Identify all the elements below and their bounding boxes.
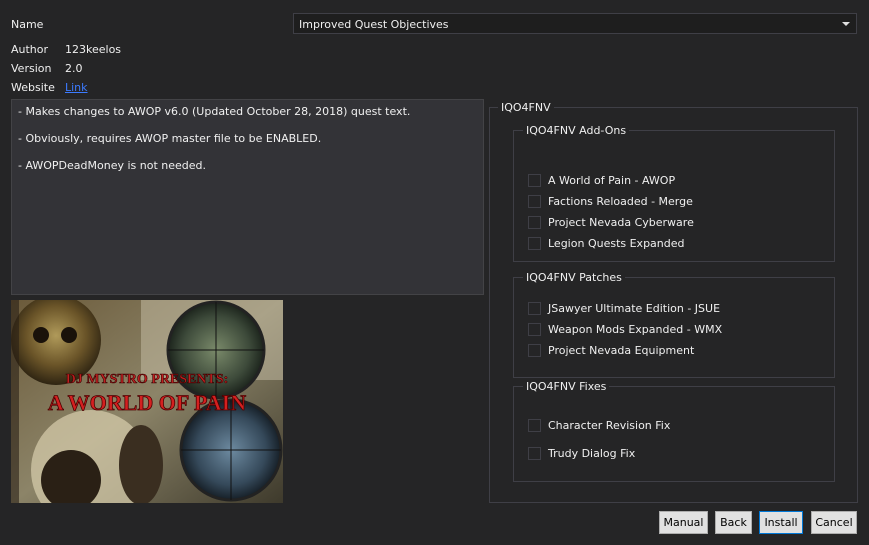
- option-checkbox-row[interactable]: Character Revision Fix: [528, 417, 670, 433]
- option-checkbox-row[interactable]: JSawyer Ultimate Edition - JSUE: [528, 300, 720, 316]
- manual-button[interactable]: Manual: [659, 511, 708, 534]
- option-label: A World of Pain - AWOP: [548, 173, 676, 187]
- option-label: Trudy Dialog Fix: [548, 446, 636, 460]
- name-select[interactable]: Improved Quest Objectives: [293, 13, 857, 34]
- checkbox[interactable]: [528, 418, 541, 432]
- checkbox[interactable]: [528, 194, 541, 208]
- version-label: Version: [11, 62, 52, 75]
- author-label: Author: [11, 43, 49, 56]
- website-link[interactable]: Link: [65, 81, 88, 94]
- option-label: Project Nevada Equipment: [548, 343, 695, 357]
- name-select-value: Improved Quest Objectives: [299, 18, 449, 31]
- install-button[interactable]: Install: [759, 511, 803, 534]
- option-label: Project Nevada Cyberware: [548, 215, 694, 229]
- option-label: Legion Quests Expanded: [548, 236, 685, 250]
- option-checkbox-row[interactable]: Project Nevada Cyberware: [528, 214, 694, 230]
- preview-image: DJ MYSTRO PRESENTS: A WORLD OF PAIN: [11, 300, 283, 503]
- cancel-button[interactable]: Cancel: [811, 511, 857, 534]
- preview-artwork: DJ MYSTRO PRESENTS: A WORLD OF PAIN: [11, 300, 283, 503]
- author-value: 123keelos: [65, 43, 122, 56]
- checkbox[interactable]: [528, 322, 541, 336]
- options-group-title: IQO4FNV: [498, 101, 554, 114]
- description-line: - Obviously, requires AWOP master file t…: [18, 132, 322, 145]
- checkbox[interactable]: [528, 343, 541, 357]
- preview-title-line2: A WORLD OF PAIN: [48, 390, 246, 415]
- options-group: IQO4FNV IQO4FNV Add-Ons A World of Pain …: [489, 101, 858, 503]
- preview-title-line1: DJ MYSTRO PRESENTS:: [66, 372, 229, 387]
- description-box[interactable]: - Makes changes to AWOP v6.0 (Updated Oc…: [11, 99, 484, 295]
- website-label: Website: [11, 81, 55, 94]
- addons-group: IQO4FNV Add-Ons A World of Pain - AWOP F…: [513, 124, 835, 262]
- option-label: JSawyer Ultimate Edition - JSUE: [548, 301, 721, 315]
- option-checkbox-row[interactable]: Factions Reloaded - Merge: [528, 193, 693, 209]
- fixes-group: IQO4FNV Fixes Character Revision Fix Tru…: [513, 380, 835, 482]
- checkbox[interactable]: [528, 236, 541, 250]
- checkbox[interactable]: [528, 446, 541, 460]
- description-line: - Makes changes to AWOP v6.0 (Updated Oc…: [18, 105, 411, 118]
- checkbox[interactable]: [528, 301, 541, 315]
- option-checkbox-row[interactable]: Legion Quests Expanded: [528, 235, 685, 251]
- checkbox[interactable]: [528, 173, 541, 187]
- back-button[interactable]: Back: [715, 511, 752, 534]
- option-checkbox-row[interactable]: Weapon Mods Expanded - WMX: [528, 321, 722, 337]
- version-value: 2.0: [65, 62, 83, 75]
- option-label: Character Revision Fix: [548, 418, 671, 432]
- option-checkbox-row[interactable]: A World of Pain - AWOP: [528, 172, 675, 188]
- patches-group: IQO4FNV Patches JSawyer Ultimate Edition…: [513, 271, 835, 378]
- addons-group-title: IQO4FNV Add-Ons: [523, 124, 630, 137]
- option-checkbox-row[interactable]: Trudy Dialog Fix: [528, 445, 635, 461]
- checkbox[interactable]: [528, 215, 541, 229]
- patches-group-title: IQO4FNV Patches: [523, 271, 625, 284]
- description-line: - AWOPDeadMoney is not needed.: [18, 159, 207, 172]
- option-label: Weapon Mods Expanded - WMX: [548, 322, 723, 336]
- chevron-down-icon[interactable]: [842, 22, 850, 26]
- fixes-group-title: IQO4FNV Fixes: [523, 380, 610, 393]
- name-label: Name: [11, 18, 44, 31]
- option-checkbox-row[interactable]: Project Nevada Equipment: [528, 342, 694, 358]
- option-label: Factions Reloaded - Merge: [548, 194, 693, 208]
